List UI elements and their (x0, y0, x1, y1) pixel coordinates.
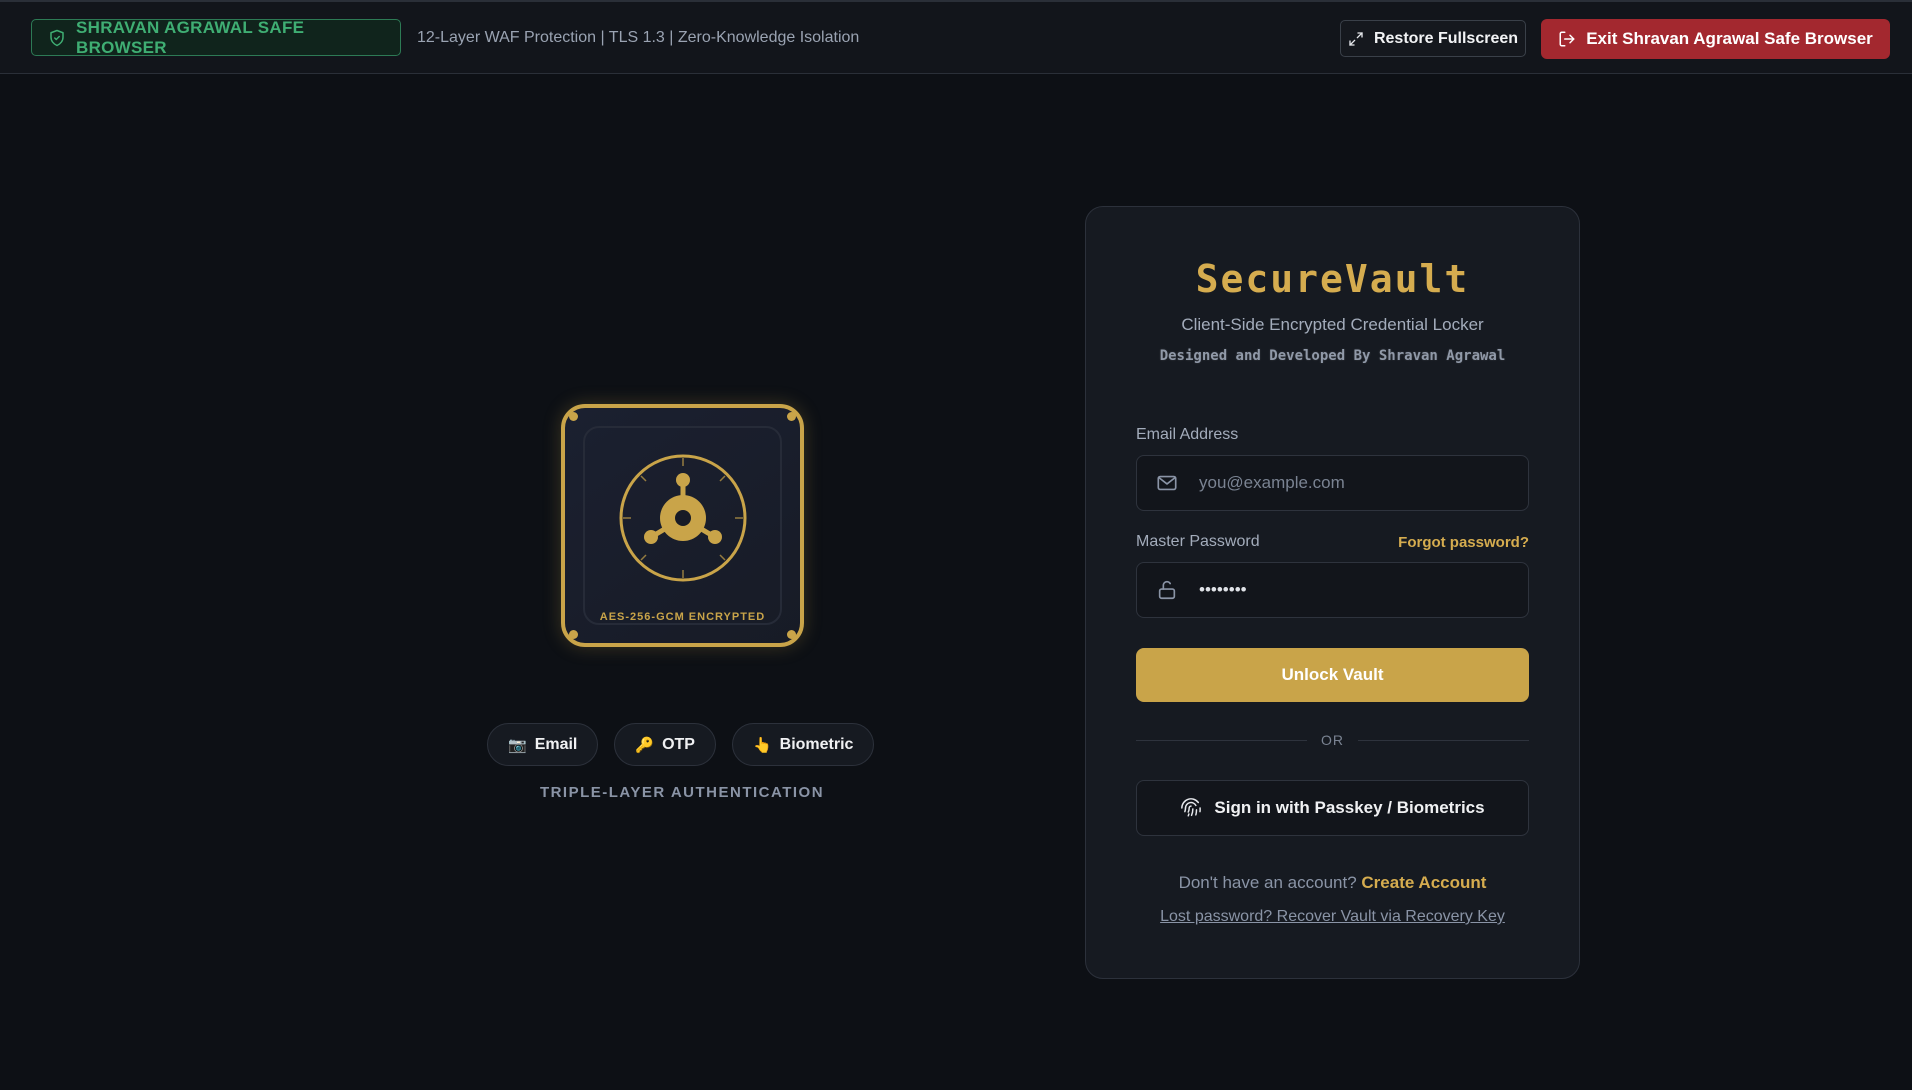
auth-pill-label: OTP (662, 735, 695, 753)
auth-pill-biometric: 👆 Biometric (731, 723, 875, 766)
rivet-decoration (569, 630, 578, 639)
auth-pill-label: Biometric (779, 735, 854, 753)
auth-pill-otp: 🔑 OTP (614, 723, 716, 766)
unlock-vault-button[interactable]: Unlock Vault (1136, 648, 1529, 702)
email-input[interactable] (1197, 472, 1521, 494)
app-title: SecureVault (1195, 257, 1470, 301)
forgot-password-link[interactable]: Forgot password? (1398, 534, 1529, 551)
passkey-signin-label: Sign in with Passkey / Biometrics (1214, 798, 1485, 817)
rivet-decoration (787, 630, 796, 639)
create-account-link[interactable]: Create Account (1361, 873, 1486, 892)
vault-illustration: AES-256-GCM ENCRYPTED (561, 404, 804, 647)
app-subtitle: Client-Side Encrypted Credential Locker (1181, 315, 1484, 334)
auth-caption: TRIPLE-LAYER AUTHENTICATION (539, 784, 825, 801)
camera-icon: 📷 (508, 736, 527, 754)
fingerprint-icon (1181, 798, 1202, 817)
browser-brand-badge: SHRAVAN AGRAWAL SAFE BROWSER (31, 17, 401, 57)
password-input[interactable] (1197, 579, 1521, 601)
rivet-decoration (787, 412, 796, 421)
vault-encryption-label: AES-256-GCM ENCRYPTED (599, 611, 766, 623)
signup-prompt: Don't have an account? (1178, 873, 1357, 892)
or-divider: OR (1136, 730, 1529, 750)
key-icon: 🔑 (635, 736, 655, 754)
signup-row: Don't have an account? Create Account (1086, 873, 1579, 893)
auth-pill-email: 📷 Email (487, 723, 599, 766)
shield-check-icon (50, 29, 64, 46)
divider-line (1358, 739, 1529, 741)
mail-icon (1137, 472, 1197, 494)
or-label: OR (1321, 732, 1344, 748)
browser-brand-label: SHRAVAN AGRAWAL SAFE BROWSER (76, 17, 305, 57)
developer-credit: Designed and Developed By Shravan Agrawa… (1159, 348, 1506, 364)
passkey-signin-button[interactable]: Sign in with Passkey / Biometrics (1136, 780, 1529, 836)
restore-fullscreen-label: Restore Fullscreen (1373, 29, 1519, 47)
login-card: SecureVault Client-Side Encrypted Creden… (1085, 206, 1580, 979)
lock-icon (1137, 579, 1197, 601)
security-status-text: 12-Layer WAF Protection | TLS 1.3 | Zero… (417, 29, 860, 46)
recover-vault-link[interactable]: Lost password? Recover Vault via Recover… (1086, 908, 1579, 926)
email-label: Email Address (1136, 426, 1239, 443)
email-field[interactable] (1136, 455, 1529, 511)
password-label: Master Password (1136, 533, 1260, 550)
log-out-icon (1559, 31, 1575, 47)
restore-fullscreen-button[interactable]: Restore Fullscreen (1340, 20, 1526, 57)
rivet-decoration (569, 412, 578, 421)
auth-methods: 📷 Email 🔑 OTP 👆 Biometric (487, 723, 877, 766)
auth-pill-label: Email (534, 735, 578, 753)
divider-line (1136, 739, 1307, 741)
pointing-hand-icon: 👆 (752, 736, 772, 754)
top-bar: SHRAVAN AGRAWAL SAFE BROWSER 12-Layer WA… (0, 0, 1912, 74)
password-field[interactable] (1136, 562, 1529, 618)
expand-icon (1349, 31, 1363, 46)
exit-safe-browser-label: Exit Shravan Agrawal Safe Browser (1586, 29, 1873, 48)
exit-safe-browser-button[interactable]: Exit Shravan Agrawal Safe Browser (1541, 19, 1890, 59)
vault-dial-icon (619, 454, 747, 582)
